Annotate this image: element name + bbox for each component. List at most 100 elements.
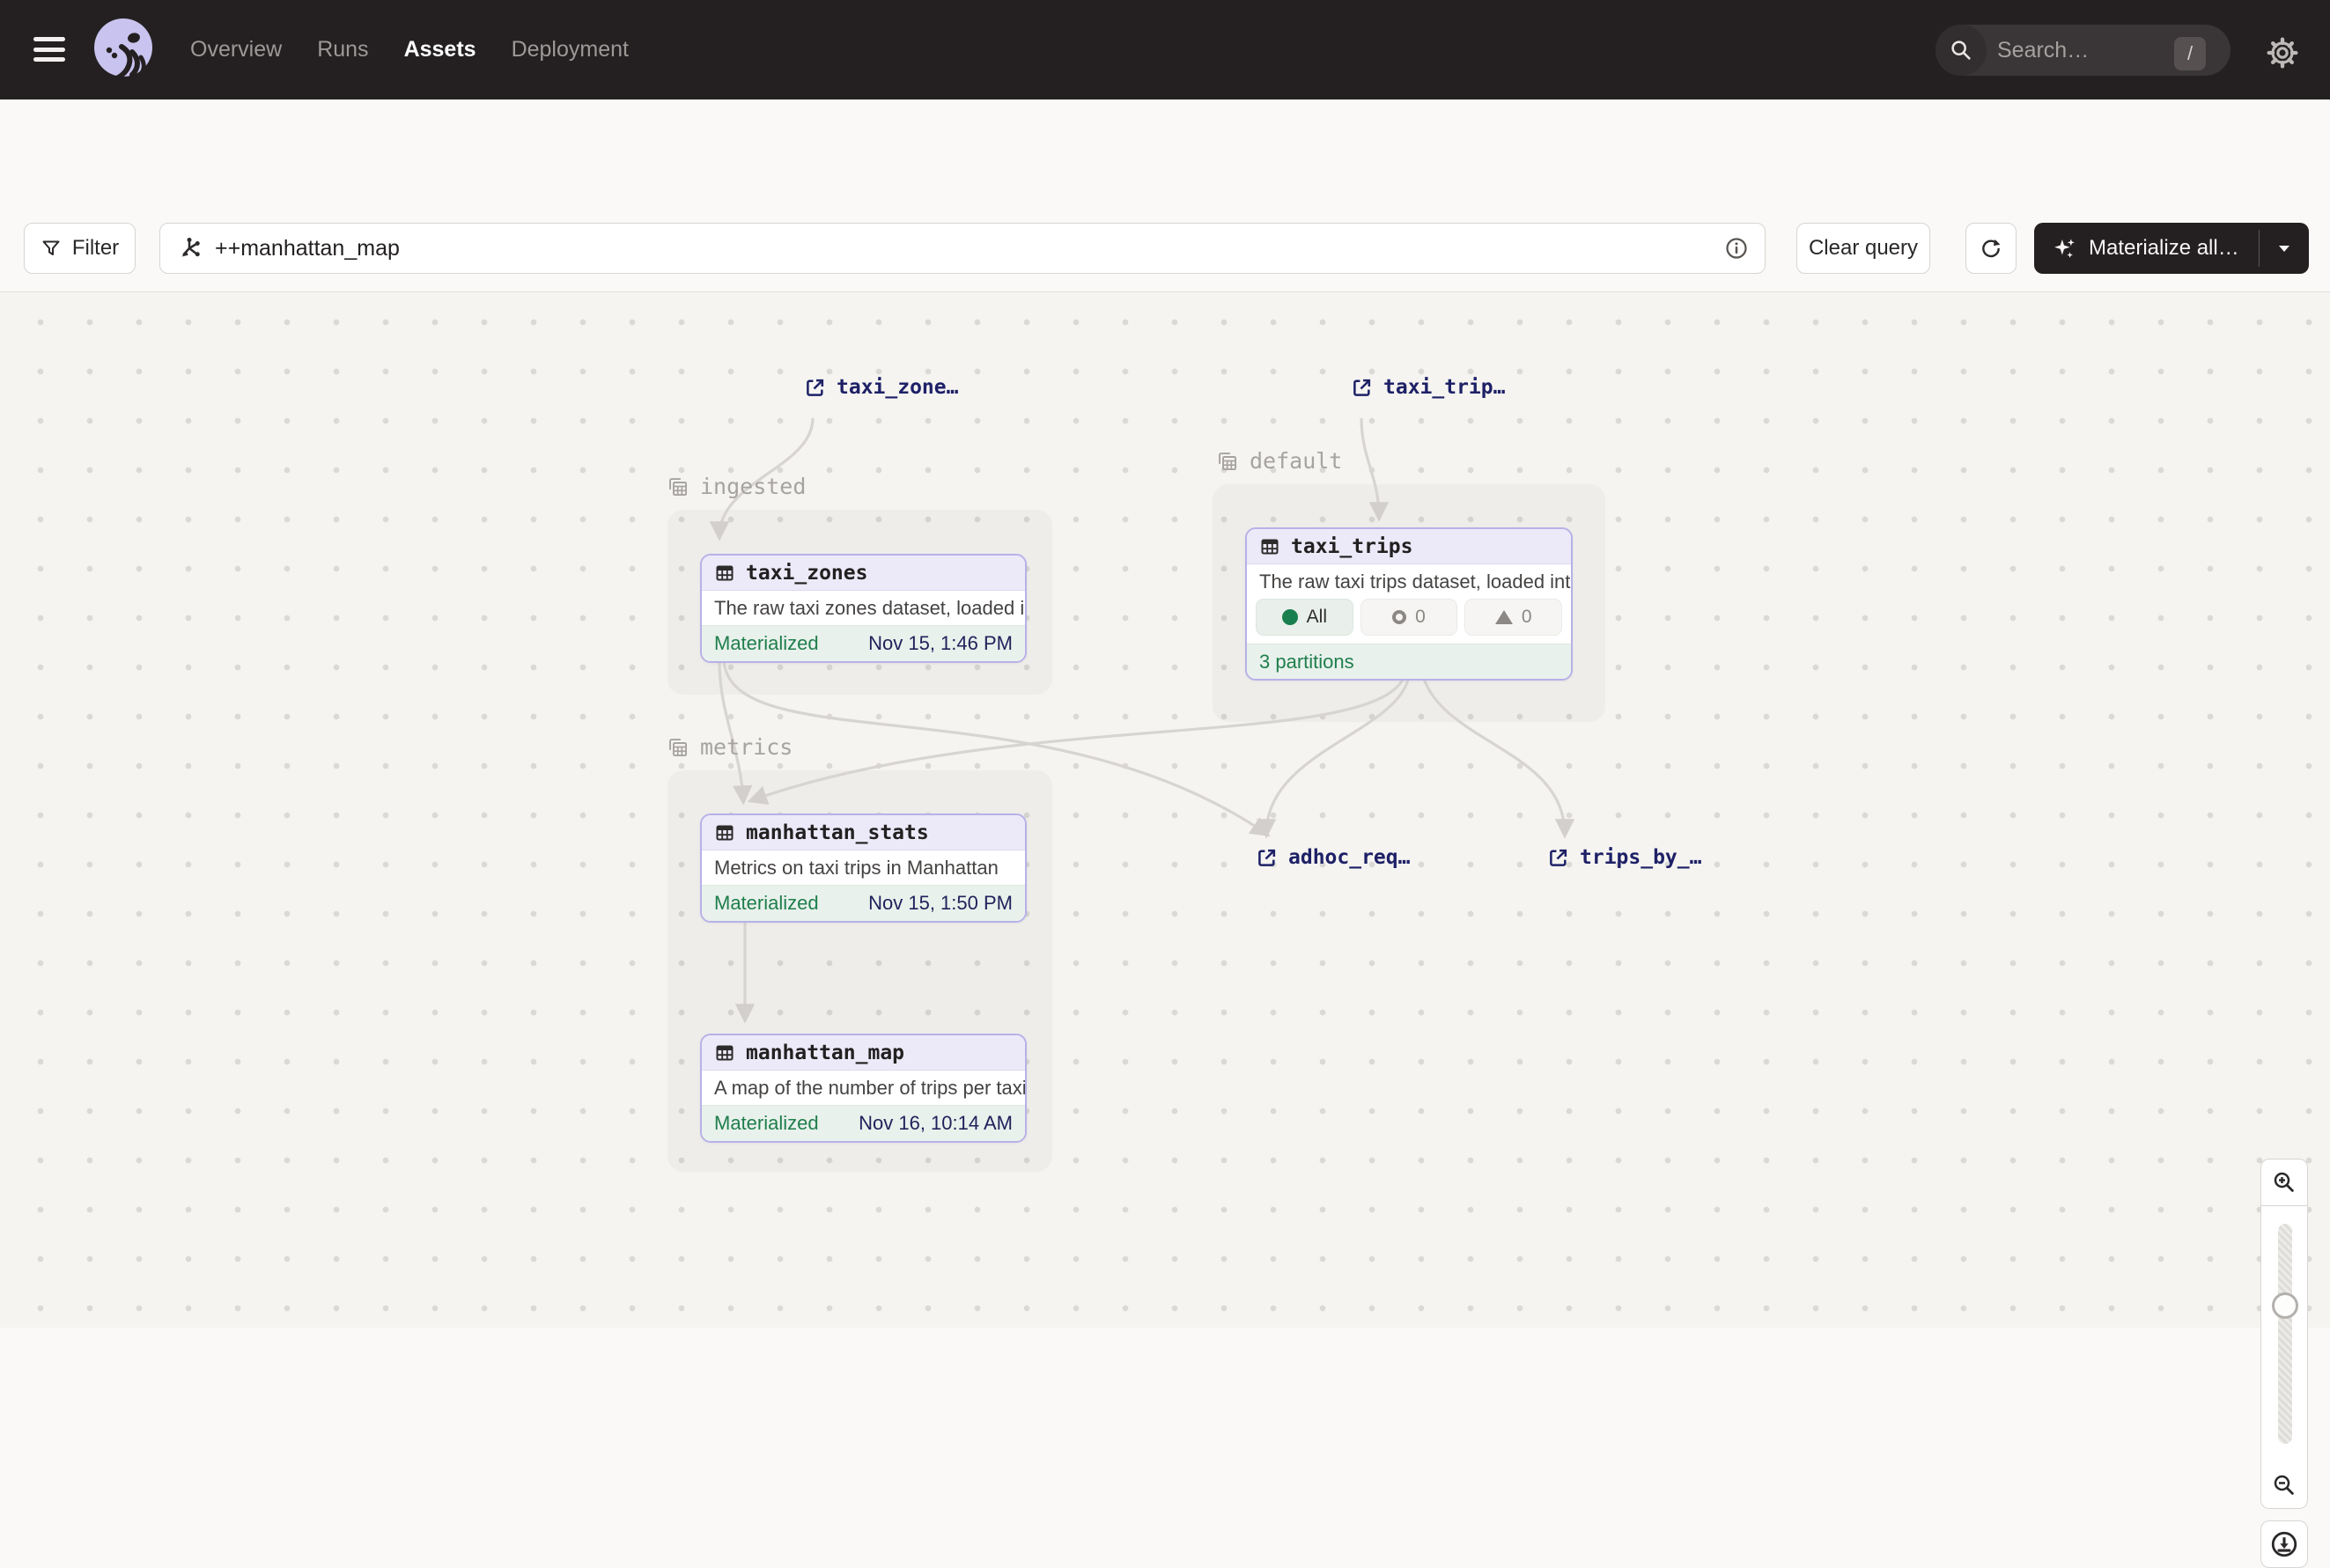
ring-icon [1392,610,1406,624]
asset-description: The raw taxi trips dataset, loaded into … [1247,564,1571,599]
nav-item-runs[interactable]: Runs [317,37,368,63]
asset-node-header: taxi_zones [702,556,1025,591]
zoom-slider[interactable] [2260,1206,2308,1461]
zoom-in-icon [2271,1169,2297,1196]
clear-query-button[interactable]: Clear query [1796,223,1930,274]
group-grid-icon [1215,449,1239,473]
group-label-ingested[interactable]: ingested [666,474,806,499]
external-link-icon [1547,847,1569,869]
asset-node-header: taxi_trips [1247,529,1571,564]
triangle-icon [1495,610,1513,624]
partitions-failed-badge[interactable]: 0 [1464,599,1562,636]
asset-node-manhattan-stats[interactable]: manhattan_stats Metrics on taxi trips in… [700,813,1027,923]
global-search[interactable]: / [1936,25,2230,76]
zoom-out-icon [2271,1472,2297,1498]
nav-item-assets[interactable]: Assets [404,37,476,63]
funnel-icon [41,238,62,259]
external-asset-taxi-zone-file[interactable]: taxi_zone… [804,376,958,399]
asset-node-taxi-zones[interactable]: taxi_zones The raw taxi zones dataset, l… [700,554,1027,663]
external-asset-taxi-trip-file[interactable]: taxi_trip… [1351,376,1505,399]
asset-node-manhattan-map[interactable]: manhattan_map A map of the number of tri… [700,1034,1027,1143]
external-asset-label: taxi_zone… [837,376,958,399]
lineage-edges [0,292,2330,1329]
materialized-timestamp[interactable]: Nov 15, 1:46 PM [868,632,1013,655]
asset-node-header: manhattan_map [702,1035,1025,1071]
materialize-dropdown-toggle[interactable] [2260,223,2309,274]
asset-footer: Materialized Nov 16, 10:14 AM [702,1105,1025,1141]
external-asset-trips-by-week[interactable]: trips_by_… [1547,846,1701,869]
zoom-in-button[interactable] [2260,1159,2308,1206]
group-label-metrics[interactable]: metrics [666,734,793,760]
asset-footer: Materialized Nov 15, 1:50 PM [702,885,1025,921]
external-link-icon [1256,847,1278,869]
query-input[interactable] [215,236,1724,261]
asset-name: taxi_trips [1291,535,1412,558]
badge-count: 0 [1415,607,1426,628]
asset-selection-input[interactable] [159,223,1766,274]
materialize-all-button[interactable]: Materialize all… [2034,223,2309,274]
zoom-slider-thumb[interactable] [2272,1292,2298,1319]
lineage-toolbar: Filter Clear query [0,211,2330,291]
refresh-button[interactable] [1965,223,2017,274]
download-image-button[interactable] [2260,1520,2308,1568]
materialized-status: Materialized [714,632,819,655]
primary-nav: Overview Runs Assets Deployment [190,0,629,99]
materialized-status: Materialized [714,892,819,915]
asset-name: taxi_zones [746,562,867,585]
zoom-slider-track[interactable] [2278,1224,2292,1444]
badge-label: All [1307,607,1327,628]
nav-item-deployment[interactable]: Deployment [512,37,629,63]
materialized-timestamp[interactable]: Nov 16, 10:14 AM [859,1112,1013,1135]
op-selector-icon [176,235,203,261]
table-icon [714,1042,735,1064]
dagster-logo[interactable] [88,15,159,85]
asset-name: manhattan_stats [746,821,929,844]
top-nav: Overview Runs Assets Deployment / [0,0,2330,99]
partition-health-badges: All 0 0 [1247,599,1571,636]
download-icon [2269,1529,2299,1559]
table-icon [714,563,735,584]
external-asset-label: trips_by_… [1580,846,1701,869]
clear-query-label: Clear query [1809,236,1918,261]
info-icon[interactable] [1724,236,1749,261]
partitions-missing-badge[interactable]: 0 [1360,599,1458,636]
materialized-status: Materialized [714,1112,819,1135]
asset-description: The raw taxi zones dataset, loaded int… [702,591,1025,625]
search-input[interactable] [1997,38,2156,63]
partitions-all-badge[interactable]: All [1256,599,1353,636]
zoom-controls [2260,1159,2308,1509]
partitions-count[interactable]: 3 partitions [1247,644,1571,679]
table-icon [714,822,735,843]
filter-button[interactable]: Filter [24,223,136,274]
hamburger-menu-icon[interactable] [33,33,69,65]
chevron-down-icon [2275,239,2293,257]
group-label-default[interactable]: default [1215,448,1342,474]
asset-node-taxi-trips[interactable]: taxi_trips The raw taxi trips dataset, l… [1245,527,1573,681]
search-icon [1936,25,1987,76]
materialized-timestamp[interactable]: Nov 15, 1:50 PM [868,892,1013,915]
nav-item-overview[interactable]: Overview [190,37,282,63]
success-dot-icon [1282,609,1298,625]
refresh-icon [1980,237,2002,260]
page-header: Global Asset Lineage Reload definitions [0,99,2330,211]
search-shortcut-badge: / [2174,37,2206,70]
external-asset-adhoc-request[interactable]: adhoc_req… [1256,846,1410,869]
zoom-out-button[interactable] [2260,1461,2308,1509]
settings-gear-icon[interactable] [2265,35,2300,70]
table-icon [1259,536,1280,557]
group-grid-icon [666,735,689,759]
asset-footer: Materialized Nov 15, 1:46 PM [702,625,1025,661]
asset-description: Metrics on taxi trips in Manhattan [702,850,1025,885]
filter-label: Filter [72,236,119,261]
external-link-icon [804,377,826,399]
group-name: default [1250,448,1342,474]
group-name: metrics [700,734,793,760]
group-name: ingested [700,474,806,499]
external-link-icon [1351,377,1373,399]
materialize-all-main[interactable]: Materialize all… [2034,223,2259,274]
asset-description: A map of the number of trips per taxi z… [702,1071,1025,1105]
lineage-canvas[interactable]: ingested default metrics taxi_z [0,291,2330,1328]
materialize-all-label: Materialize all… [2089,236,2239,261]
sparkle-icon [2052,235,2078,261]
asset-node-header: manhattan_stats [702,815,1025,850]
